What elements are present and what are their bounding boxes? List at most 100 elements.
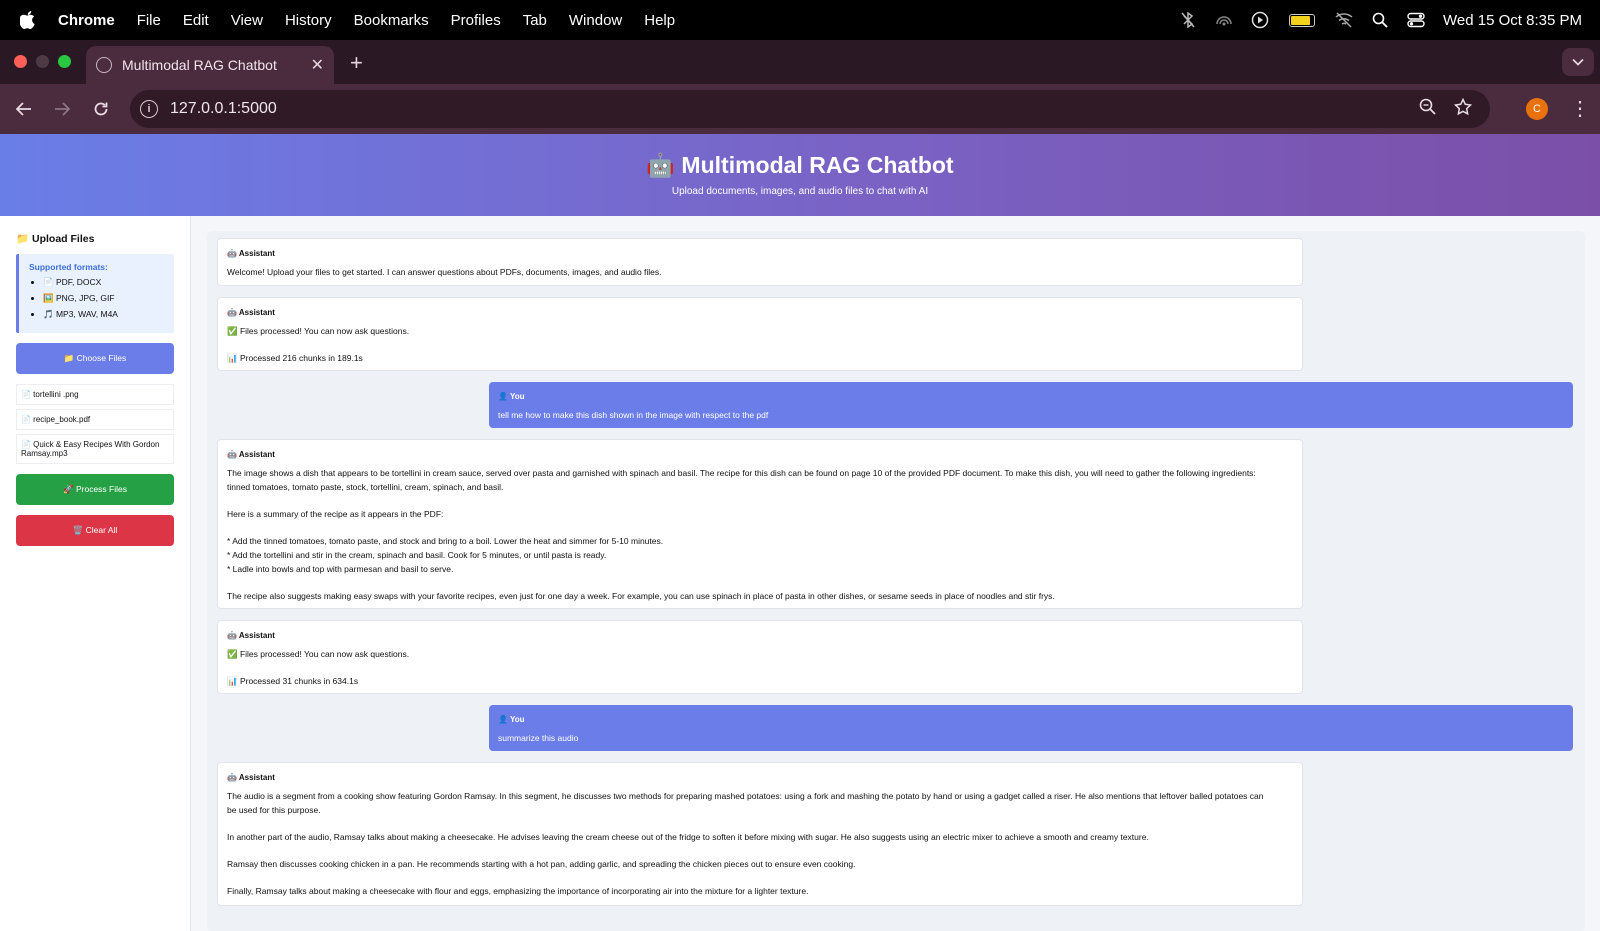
message-text: * Ladle into bowls and top with parmesan… xyxy=(227,564,454,574)
spotlight-search-icon[interactable] xyxy=(1371,11,1389,29)
message-text: summarize this audio xyxy=(498,733,579,743)
window-controls xyxy=(14,55,71,68)
apple-logo-icon[interactable] xyxy=(20,11,48,29)
chat-message-user: 👤 You tell me how to make this dish show… xyxy=(489,382,1573,428)
message-text: The image shows a dish that appears to b… xyxy=(227,468,1256,478)
message-sender: 🤖 Assistant xyxy=(227,308,275,317)
message-text: Ramsay then discusses cooking chicken in… xyxy=(227,859,856,869)
chat-message-assistant: 🤖 Assistant ✅ Files processed! You can n… xyxy=(217,620,1303,694)
menu-tab[interactable]: Tab xyxy=(523,12,547,29)
close-window-button[interactable] xyxy=(14,55,27,68)
format-audio: 🎵 MP3, WAV, M4A xyxy=(43,309,164,320)
message-text: Here is a summary of the recipe as it ap… xyxy=(227,509,444,519)
message-text: * Add the tortellini and stir in the cre… xyxy=(227,550,607,560)
clear-all-button[interactable]: 🗑️ Clear All xyxy=(16,515,174,546)
control-center-icon[interactable] xyxy=(1407,11,1425,29)
app-header: 🤖 Multimodal RAG Chatbot Upload document… xyxy=(0,134,1600,216)
macos-menubar: Chrome File Edit View History Bookmarks … xyxy=(0,0,1600,40)
browser-tab-active[interactable]: Multimodal RAG Chatbot ✕ xyxy=(86,46,334,84)
uploaded-file-list: 📄 tortellini .png 📄 recipe_book.pdf 📄 Qu… xyxy=(16,384,174,464)
formats-list: 📄 PDF, DOCX 🖼️ PNG, JPG, GIF 🎵 MP3, WAV,… xyxy=(29,277,164,320)
site-info-icon[interactable]: i xyxy=(140,100,158,118)
profile-avatar[interactable]: C xyxy=(1526,98,1548,120)
menu-history[interactable]: History xyxy=(285,12,332,29)
bluetooth-off-icon[interactable] xyxy=(1179,11,1197,29)
zoom-window-button[interactable] xyxy=(58,55,71,68)
format-documents: 📄 PDF, DOCX xyxy=(43,277,164,288)
tab-search-chevron-icon[interactable] xyxy=(1562,48,1594,76)
menu-app-name[interactable]: Chrome xyxy=(58,12,115,29)
message-text: tell me how to make this dish shown in t… xyxy=(498,410,769,420)
more-options-icon[interactable]: ⋮ xyxy=(1570,96,1590,121)
minimize-window-button[interactable] xyxy=(36,55,49,68)
globe-icon xyxy=(96,57,112,73)
message-text: 📊 Processed 216 chunks in 189.1s xyxy=(227,353,363,363)
reload-icon[interactable] xyxy=(88,96,114,122)
process-files-button[interactable]: 🚀 Process Files xyxy=(16,474,174,505)
message-text: tinned tomatoes, tomato paste, stock, to… xyxy=(227,482,504,492)
message-text: be used for this purpose. xyxy=(227,805,321,815)
bookmark-star-icon[interactable] xyxy=(1453,97,1473,121)
upload-files-heading: 📁 Upload Files xyxy=(16,233,95,245)
message-sender: 👤 You xyxy=(498,392,525,401)
message-text: ✅ Files processed! You can now ask quest… xyxy=(227,326,410,336)
close-tab-icon[interactable]: ✕ xyxy=(311,55,324,75)
chat-message-assistant: 🤖 Assistant Welcome! Upload your files t… xyxy=(217,238,1303,286)
menubar-clock[interactable]: Wed 15 Oct 8:35 PM xyxy=(1443,12,1582,29)
message-sender: 🤖 Assistant xyxy=(227,773,275,782)
chat-message-assistant: 🤖 Assistant The audio is a segment from … xyxy=(217,762,1303,906)
choose-files-button[interactable]: 📁 Choose Files xyxy=(16,343,174,374)
chat-message-assistant: 🤖 Assistant ✅ Files processed! You can n… xyxy=(217,297,1303,371)
menu-window[interactable]: Window xyxy=(569,12,622,29)
menu-edit[interactable]: Edit xyxy=(183,12,209,29)
file-item-pdf: 📄 recipe_book.pdf xyxy=(16,409,174,430)
upload-sidebar: 📁 Upload Files Supported formats: 📄 PDF,… xyxy=(0,216,191,931)
new-tab-button[interactable]: + xyxy=(350,50,363,76)
message-text: 📊 Processed 31 chunks in 634.1s xyxy=(227,676,359,686)
menu-bookmarks[interactable]: Bookmarks xyxy=(354,12,429,29)
message-text: The audio is a segment from a cooking sh… xyxy=(227,791,1264,801)
supported-formats-box: Supported formats: 📄 PDF, DOCX 🖼️ PNG, J… xyxy=(16,254,174,333)
message-text: Welcome! Upload your files to get starte… xyxy=(227,267,662,277)
message-text: Finally, Ramsay talks about making a che… xyxy=(227,886,809,896)
address-bar[interactable]: i 127.0.0.1:5000 xyxy=(130,90,1490,128)
now-playing-icon[interactable] xyxy=(1251,11,1269,29)
message-sender: 🤖 Assistant xyxy=(227,249,275,258)
browser-toolbar: i 127.0.0.1:5000 C ⋮ xyxy=(0,84,1600,134)
chat-message-assistant: 🤖 Assistant The image shows a dish that … xyxy=(217,439,1303,609)
forward-arrow-icon[interactable] xyxy=(49,96,75,122)
menu-view[interactable]: View xyxy=(231,12,263,29)
message-text: ✅ Files processed! You can now ask quest… xyxy=(227,649,410,659)
back-arrow-icon[interactable] xyxy=(11,96,37,122)
message-sender: 👤 You xyxy=(498,715,525,724)
message-text: * Add the tinned tomatoes, tomato paste,… xyxy=(227,536,664,546)
page-subtitle: Upload documents, images, and audio file… xyxy=(671,186,929,197)
tab-title: Multimodal RAG Chatbot xyxy=(122,57,277,73)
menu-profiles[interactable]: Profiles xyxy=(451,12,501,29)
page-title: 🤖 Multimodal RAG Chatbot xyxy=(646,152,954,178)
format-images: 🖼️ PNG, JPG, GIF xyxy=(43,293,164,304)
file-item-audio: 📄 Quick & Easy Recipes With Gordon Ramsa… xyxy=(16,434,174,464)
airdrop-icon[interactable] xyxy=(1215,11,1233,29)
browser-tab-strip: Multimodal RAG Chatbot ✕ + xyxy=(0,40,1600,84)
message-sender: 🤖 Assistant xyxy=(227,450,275,459)
menu-help[interactable]: Help xyxy=(644,12,675,29)
supported-formats-title: Supported formats: xyxy=(29,262,108,272)
chat-message-user: 👤 You summarize this audio xyxy=(489,705,1573,751)
wifi-off-icon[interactable] xyxy=(1335,11,1353,29)
chat-messages-area[interactable]: 🤖 Assistant Welcome! Upload your files t… xyxy=(207,231,1585,931)
message-text: The recipe also suggests making easy swa… xyxy=(227,591,1055,601)
url-text[interactable]: 127.0.0.1:5000 xyxy=(170,100,1419,118)
zoom-magnifier-icon[interactable] xyxy=(1419,98,1436,120)
message-sender: 🤖 Assistant xyxy=(227,631,275,640)
menu-file[interactable]: File xyxy=(137,12,161,29)
battery-icon[interactable] xyxy=(1287,11,1317,29)
message-text: In another part of the audio, Ramsay tal… xyxy=(227,832,1149,842)
